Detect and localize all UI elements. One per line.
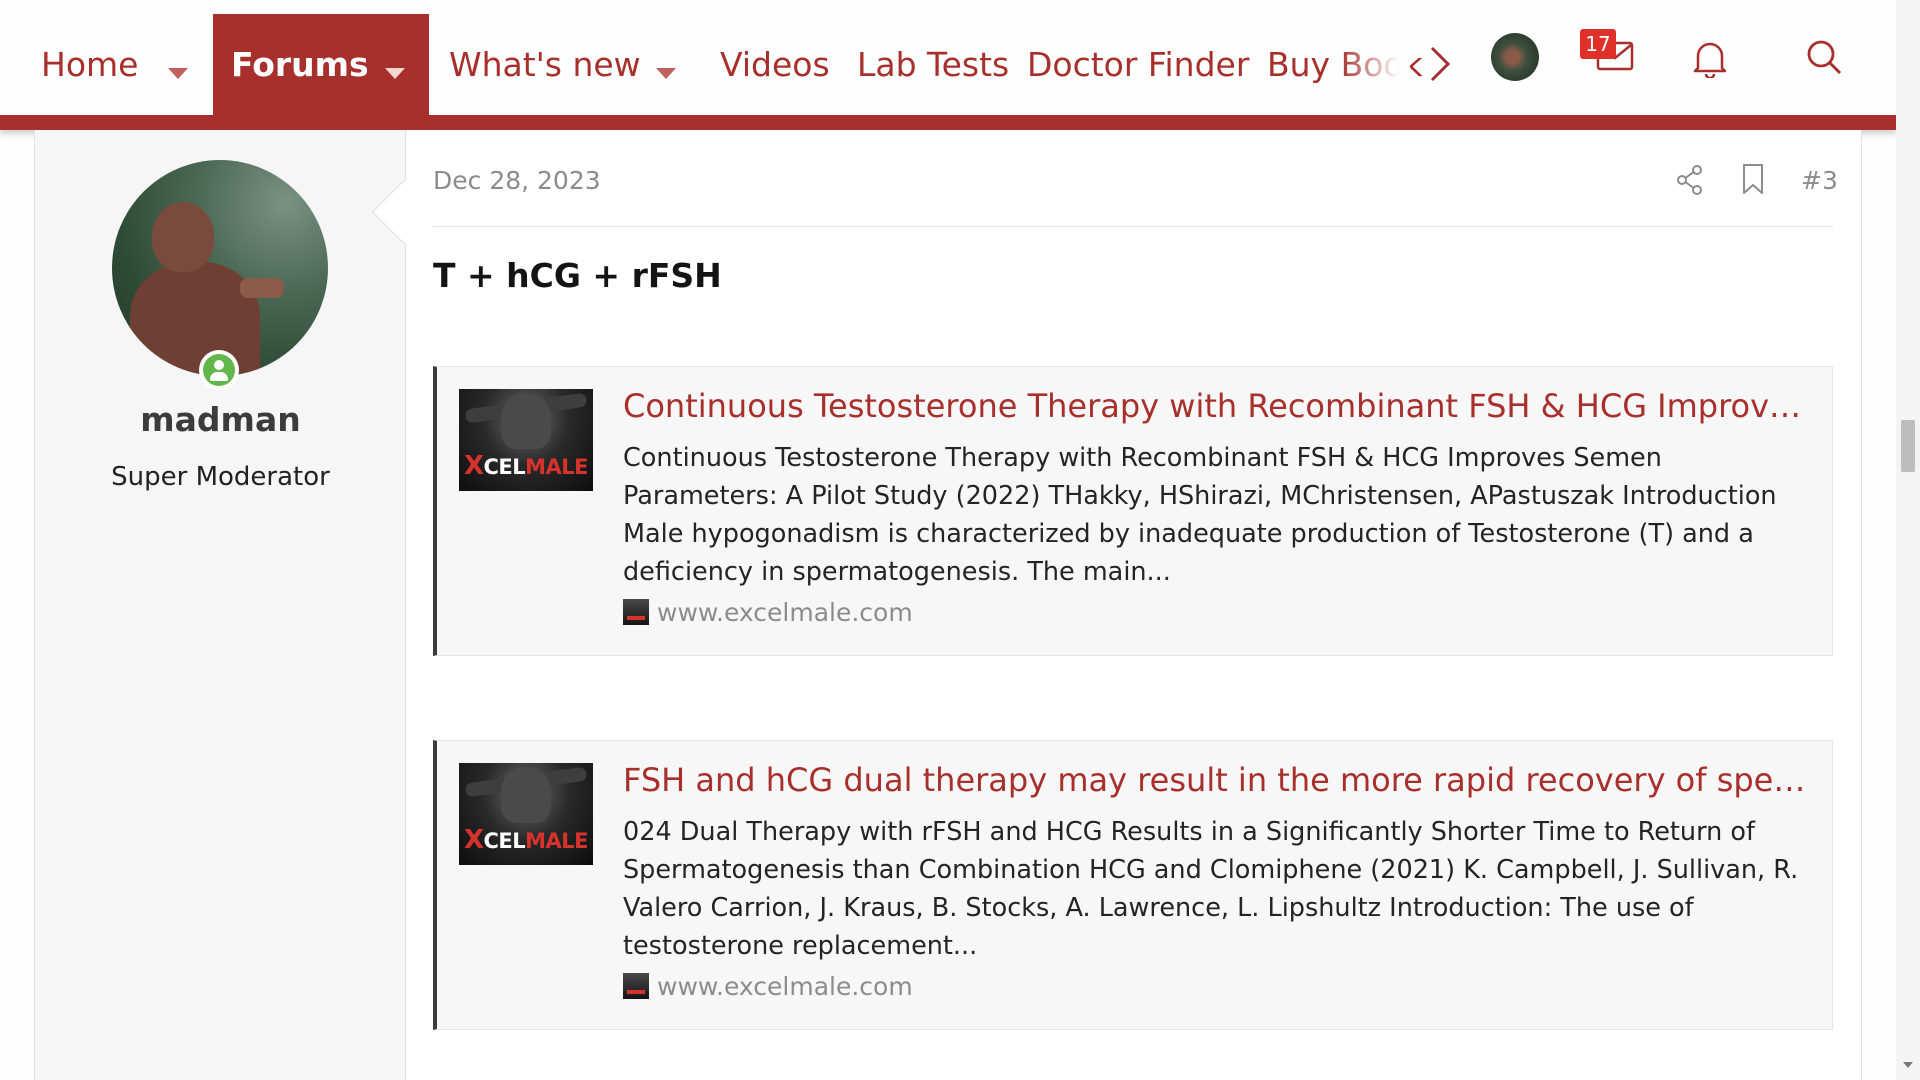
nav-whats-new[interactable]: What's new (449, 14, 641, 115)
favicon-icon (623, 973, 649, 999)
link-preview-title[interactable]: Continuous Testosterone Therapy with Rec… (623, 387, 1815, 425)
scrollbar-thumb[interactable] (1901, 420, 1915, 472)
scroll-down-icon[interactable] (1903, 1062, 1913, 1068)
post-heading: T + hCG + rFSH (433, 256, 722, 295)
search-icon[interactable] (1805, 38, 1843, 76)
inbox-count-badge: 17 (1580, 29, 1616, 59)
user-avatar[interactable] (112, 160, 328, 376)
username[interactable]: madman (35, 400, 406, 439)
online-status-icon (199, 350, 239, 390)
avatar-body (130, 262, 260, 376)
post-author-panel: madman Super Moderator (35, 130, 406, 1080)
link-preview-card[interactable]: XCELMALE Continuous Testosterone Therapy… (433, 366, 1833, 656)
online-dot (203, 354, 235, 386)
thumbnail-torso (501, 767, 551, 823)
bell-icon[interactable] (1692, 38, 1728, 78)
nav-forums-label: Forums (231, 45, 369, 84)
avatar-head (152, 202, 214, 272)
link-preview-domain: www.excelmale.com (657, 597, 913, 627)
link-preview-card[interactable]: XCELMALE FSH and hCG dual therapy may re… (433, 740, 1833, 1030)
nav-forums[interactable]: Forums (213, 14, 429, 115)
link-preview-thumbnail[interactable]: XCELMALE (459, 763, 593, 865)
user-title: Super Moderator (111, 462, 330, 492)
nav-doctor-finder[interactable]: Doctor Finder (1027, 14, 1249, 115)
link-preview-thumbnail[interactable]: XCELMALE (459, 389, 593, 491)
excelmale-logo: XCELMALE (463, 451, 589, 481)
link-preview-description: Continuous Testosterone Therapy with Rec… (623, 443, 1777, 587)
page-scrollbar[interactable] (1896, 0, 1920, 1080)
link-preview-source[interactable]: www.excelmale.com (623, 597, 913, 627)
link-preview-description: 024 Dual Therapy with rFSH and HCG Resul… (623, 817, 1799, 961)
forum-post: madman Super Moderator Dec 28, 2023 #3 T… (34, 130, 1862, 1080)
chevron-right-icon[interactable] (1424, 44, 1454, 84)
whats-new-dropdown-icon[interactable] (656, 68, 676, 79)
thumbnail-torso (501, 393, 551, 449)
bookmark-icon[interactable] (1741, 163, 1765, 195)
favicon-icon (623, 599, 649, 625)
excelmale-logo: XCELMALE (463, 825, 589, 855)
account-avatar[interactable] (1491, 33, 1539, 81)
home-dropdown-icon[interactable] (168, 68, 188, 79)
nav-videos[interactable]: Videos (720, 14, 830, 115)
link-preview-title[interactable]: FSH and hCG dual therapy may result in t… (623, 761, 1815, 799)
forums-dropdown-icon[interactable] (385, 68, 405, 79)
share-icon[interactable] (1675, 164, 1705, 196)
nav-home[interactable]: Home (41, 14, 138, 115)
post-number[interactable]: #3 (1801, 166, 1838, 195)
post-header-divider (433, 226, 1833, 227)
top-navbar: Home Forums What's new Videos Lab Tests … (0, 0, 1896, 130)
nav-lab-tests[interactable]: Lab Tests (857, 14, 1009, 115)
avatar-hand (240, 278, 284, 298)
post-date[interactable]: Dec 28, 2023 (433, 166, 601, 195)
nav-overflow-fade (1340, 40, 1410, 110)
link-preview-source[interactable]: www.excelmale.com (623, 971, 913, 1001)
link-preview-domain: www.excelmale.com (657, 971, 913, 1001)
